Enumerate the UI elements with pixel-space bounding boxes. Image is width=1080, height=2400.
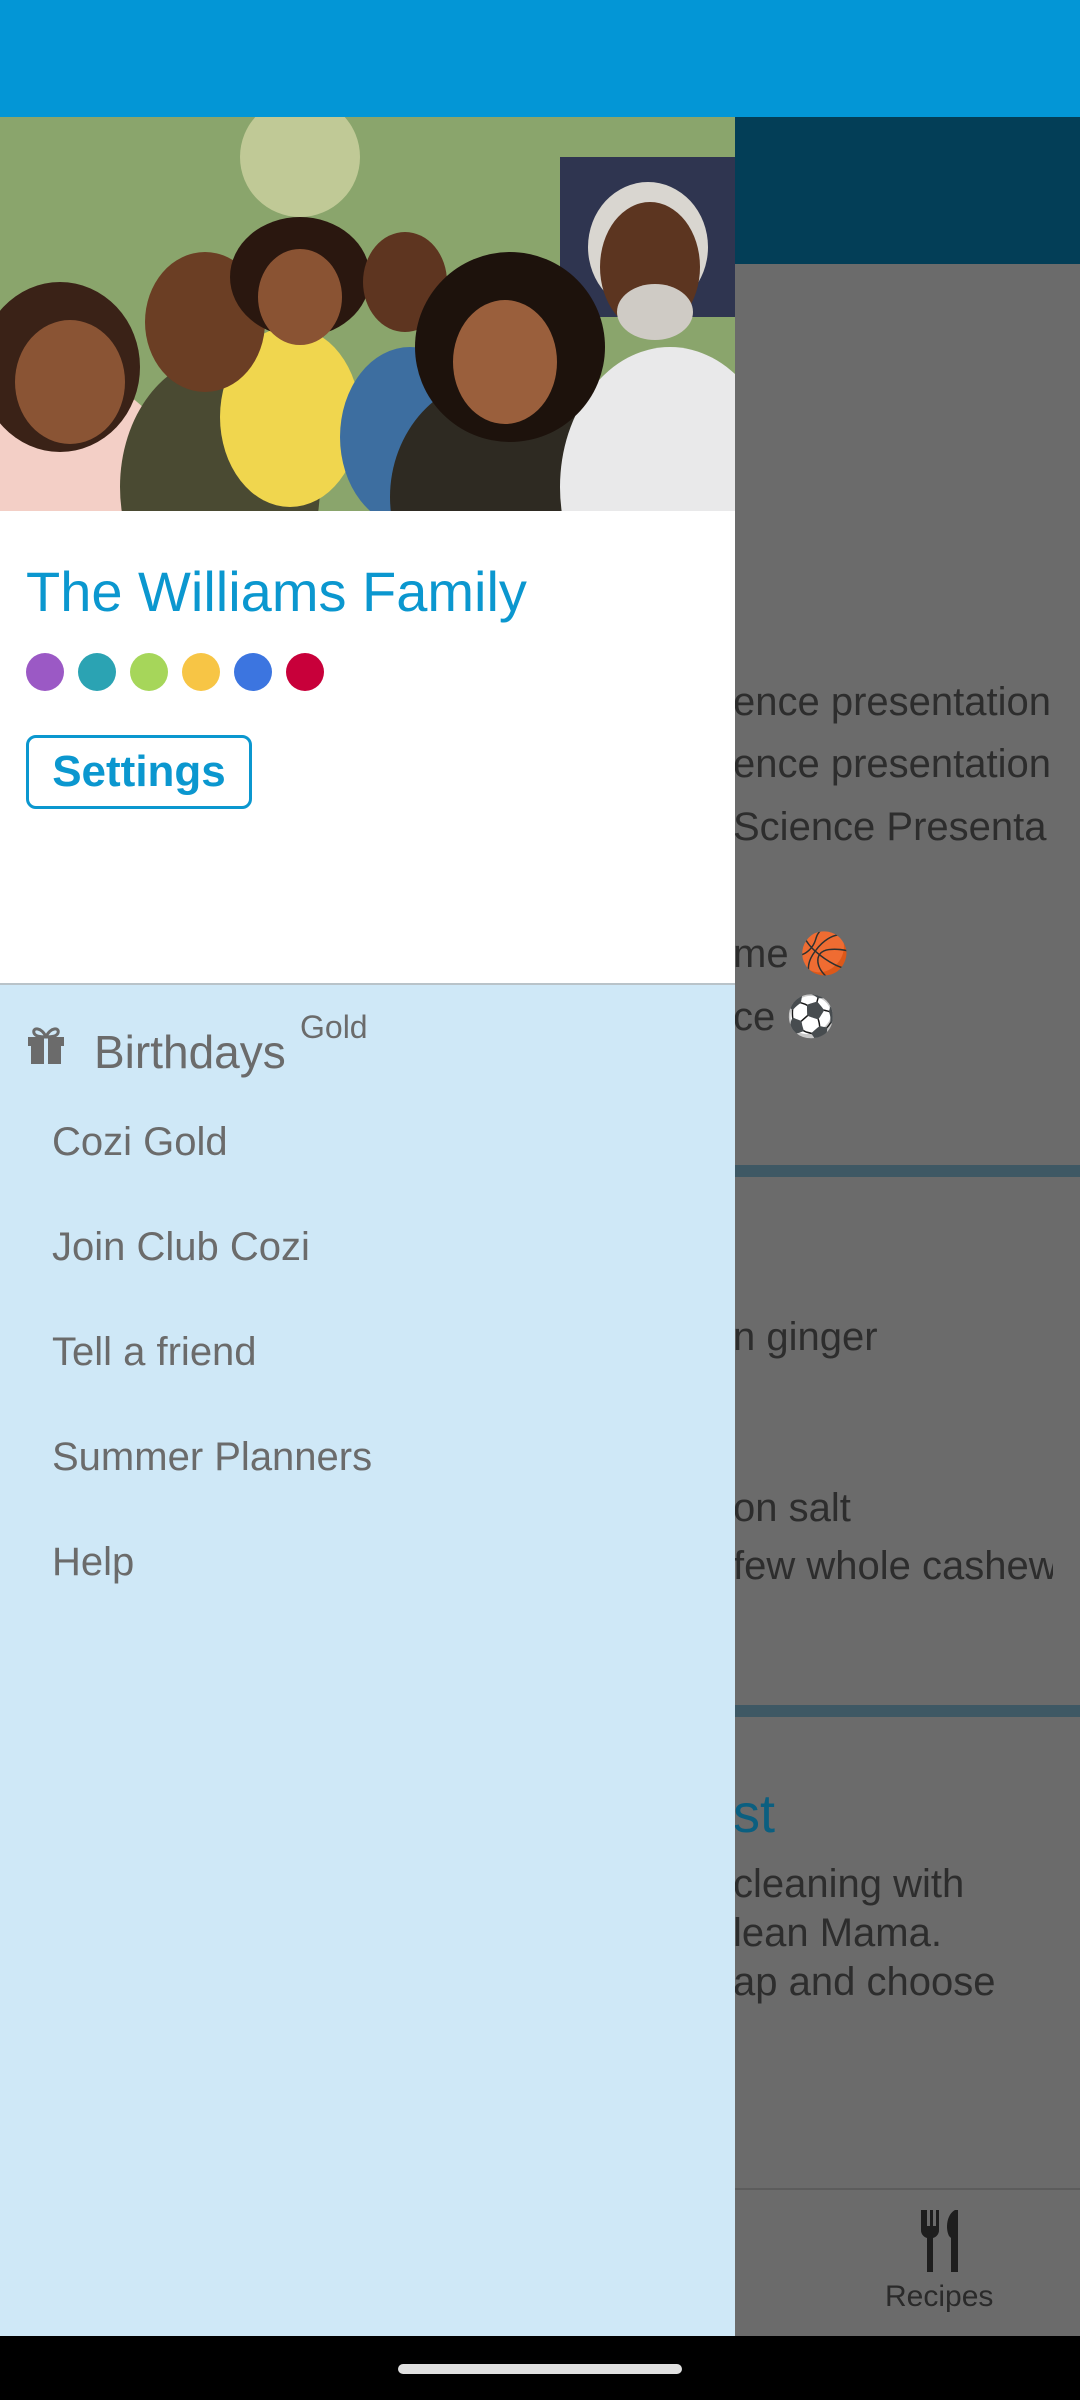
fork-knife-icon[interactable] [917, 2208, 967, 2274]
menu-item-cozi-gold[interactable]: Cozi Gold [52, 1120, 228, 1165]
recipe-ingredient-text: on salt [733, 1486, 851, 1530]
nav-recipes-label[interactable]: Recipes [885, 2280, 993, 2314]
navigation-drawer: The Williams Family Settings Birthdays G… [0, 117, 735, 2336]
app-header-background [735, 117, 1080, 264]
calendar-event-text: me 🏀 [733, 932, 850, 976]
card-body-text: cleaning with [733, 1862, 965, 1906]
recipe-ingredient-text: few whole cashew [733, 1544, 1053, 1588]
card-body-text: ap and choose [733, 1960, 996, 2004]
member-color-dot [26, 653, 64, 691]
family-photo-image [0, 117, 735, 511]
calendar-event-text: Science Presenta [733, 805, 1047, 849]
menu-item-help[interactable]: Help [52, 1540, 134, 1585]
card-body-text: lean Mama. [733, 1911, 942, 1955]
menu-item-summer-planners[interactable]: Summer Planners [52, 1435, 372, 1480]
family-member-dots [26, 653, 324, 691]
calendar-event-text: ence presentation [733, 742, 1052, 786]
birthdays-label: Birthdays [94, 1026, 286, 1078]
menu-item-tell-a-friend[interactable]: Tell a friend [52, 1330, 257, 1375]
member-color-dot [78, 653, 116, 691]
family-card: The Williams Family Settings [0, 511, 735, 985]
family-name[interactable]: The Williams Family [26, 559, 527, 624]
member-color-dot [234, 653, 272, 691]
menu-item-birthdays[interactable]: Birthdays Gold [0, 1003, 735, 1083]
calendar-event-text: ce ⚽ [733, 995, 837, 1039]
card-title: st [733, 1784, 776, 1844]
family-photo [0, 117, 735, 511]
card-divider [735, 1165, 1080, 1177]
bottom-navigation [735, 2188, 1080, 2338]
recipe-ingredient-text: n ginger [733, 1315, 878, 1359]
member-color-dot [286, 653, 324, 691]
status-bar [0, 0, 1080, 117]
gift-icon [28, 1027, 64, 1064]
gold-badge: Gold [300, 1009, 368, 1045]
member-color-dot [130, 653, 168, 691]
settings-button[interactable]: Settings [26, 735, 252, 809]
menu-item-join-club-cozi[interactable]: Join Club Cozi [52, 1225, 310, 1270]
home-gesture-handle[interactable] [398, 2364, 682, 2374]
calendar-event-text: ence presentation [733, 680, 1052, 724]
member-color-dot [182, 653, 220, 691]
card-divider [735, 1705, 1080, 1717]
